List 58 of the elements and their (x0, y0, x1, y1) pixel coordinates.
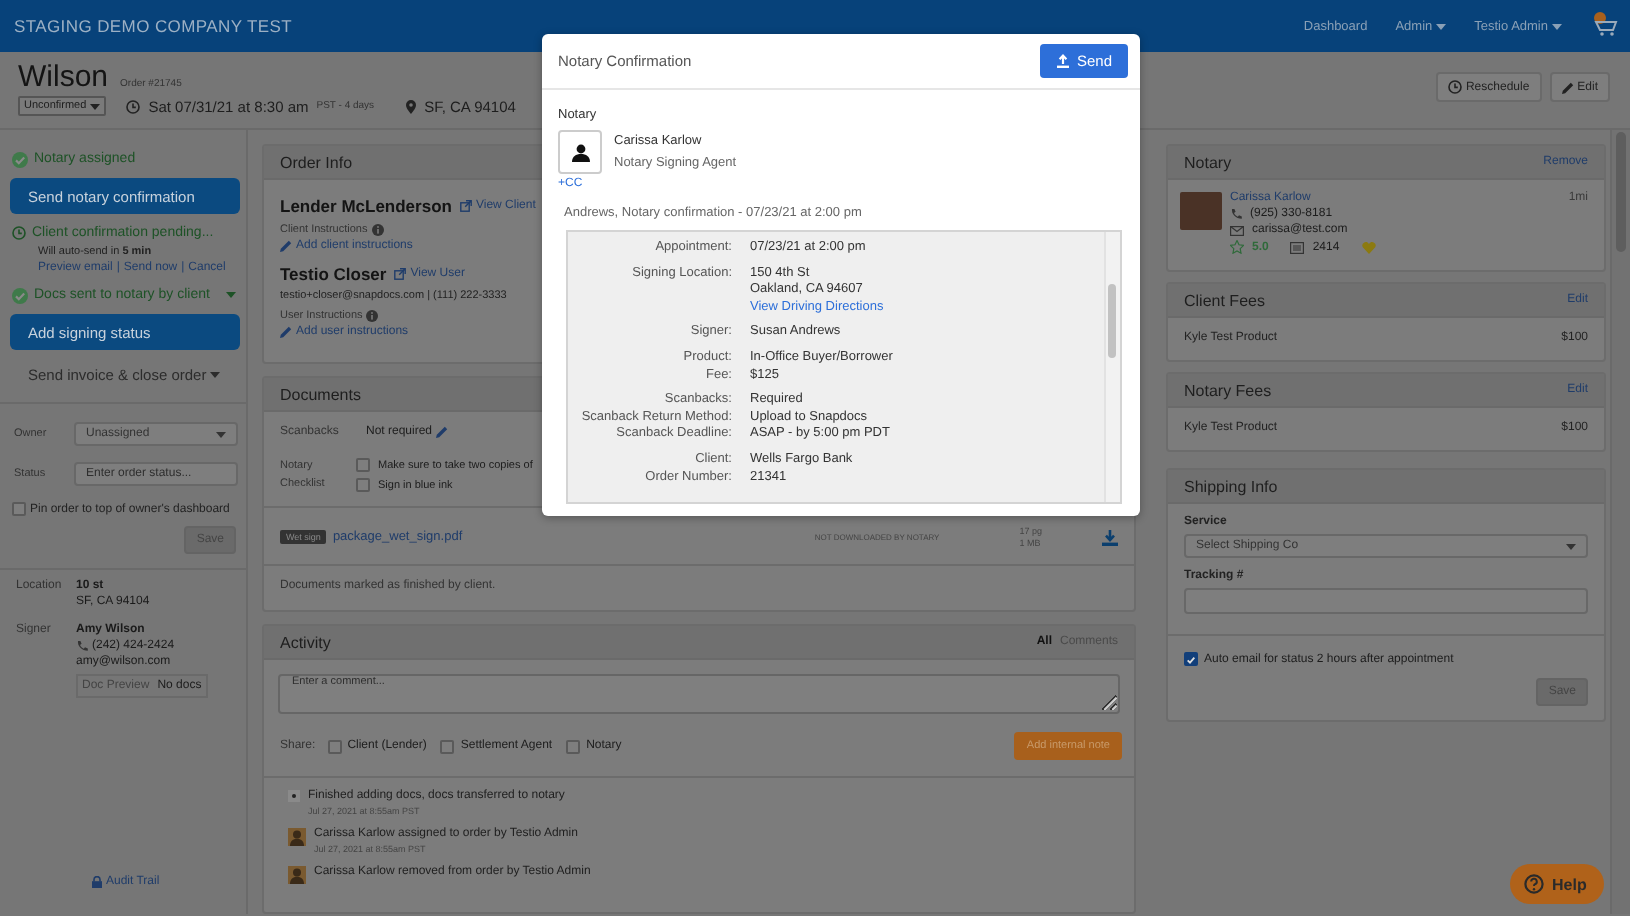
download-icon[interactable] (1102, 529, 1118, 545)
help-button[interactable]: Help (1510, 864, 1605, 904)
pin-checkbox[interactable] (12, 502, 26, 516)
brand-name: STAGING DEMO COMPANY TEST (14, 16, 292, 36)
external-link-icon (459, 200, 472, 212)
card-title: Client Fees (1184, 291, 1265, 309)
map-pin-icon (406, 99, 417, 113)
caret-down-icon (90, 103, 101, 109)
scrollbar-thumb (1108, 284, 1116, 358)
star-icon (1230, 240, 1244, 254)
clock-icon (12, 226, 26, 240)
pencil-icon (436, 426, 449, 438)
check-circle-icon (12, 151, 28, 167)
check-circle-icon (12, 287, 28, 303)
phone-icon (1230, 208, 1242, 220)
order-title: Wilson (18, 60, 109, 94)
lock-icon (92, 876, 102, 888)
envelope-icon (1230, 225, 1244, 235)
contact-name: Lender McLenderson (280, 196, 452, 216)
bullet-icon (288, 790, 300, 802)
caret-down-icon (1436, 23, 1447, 29)
question-circle-icon (1524, 874, 1544, 894)
photo-placeholder (1180, 192, 1222, 230)
pencil-icon (280, 326, 292, 338)
card-title: Order Info (280, 153, 353, 171)
cart-icon[interactable] (1590, 12, 1618, 36)
phone-icon (76, 640, 88, 652)
upload-icon (1056, 54, 1071, 68)
card-title: Notary (1184, 153, 1232, 171)
card-title: Notary Fees (1184, 381, 1272, 399)
caret-down-icon (216, 431, 226, 437)
share-checkbox[interactable] (566, 739, 581, 753)
share-checkbox[interactable] (440, 739, 455, 753)
caret-down-icon (1566, 543, 1576, 549)
card-title: Activity (280, 633, 331, 651)
check-icon (1186, 653, 1196, 665)
heart-icon (1361, 241, 1376, 253)
share-checkbox[interactable] (327, 739, 342, 753)
avatar-icon (288, 828, 306, 846)
pencil-icon (280, 240, 292, 252)
contact-name: Testio Closer (280, 264, 387, 284)
caret-down-icon (225, 292, 236, 298)
info-icon (366, 310, 379, 322)
checklist-checkbox[interactable] (356, 478, 370, 492)
pencil-icon (1561, 81, 1574, 93)
list-icon (1290, 241, 1305, 253)
caret-down-icon (210, 371, 220, 377)
clock-icon (126, 99, 141, 113)
auto-email-checkbox[interactable] (1184, 652, 1198, 666)
info-icon (371, 224, 384, 236)
external-link-icon (394, 268, 407, 280)
checklist-checkbox[interactable] (356, 458, 370, 472)
avatar-icon (288, 866, 306, 884)
clock-icon (1447, 80, 1462, 94)
person-icon (571, 143, 589, 161)
card-title: Shipping Info (1184, 477, 1278, 495)
card-title: Documents (280, 385, 361, 403)
caret-down-icon (1552, 23, 1562, 29)
